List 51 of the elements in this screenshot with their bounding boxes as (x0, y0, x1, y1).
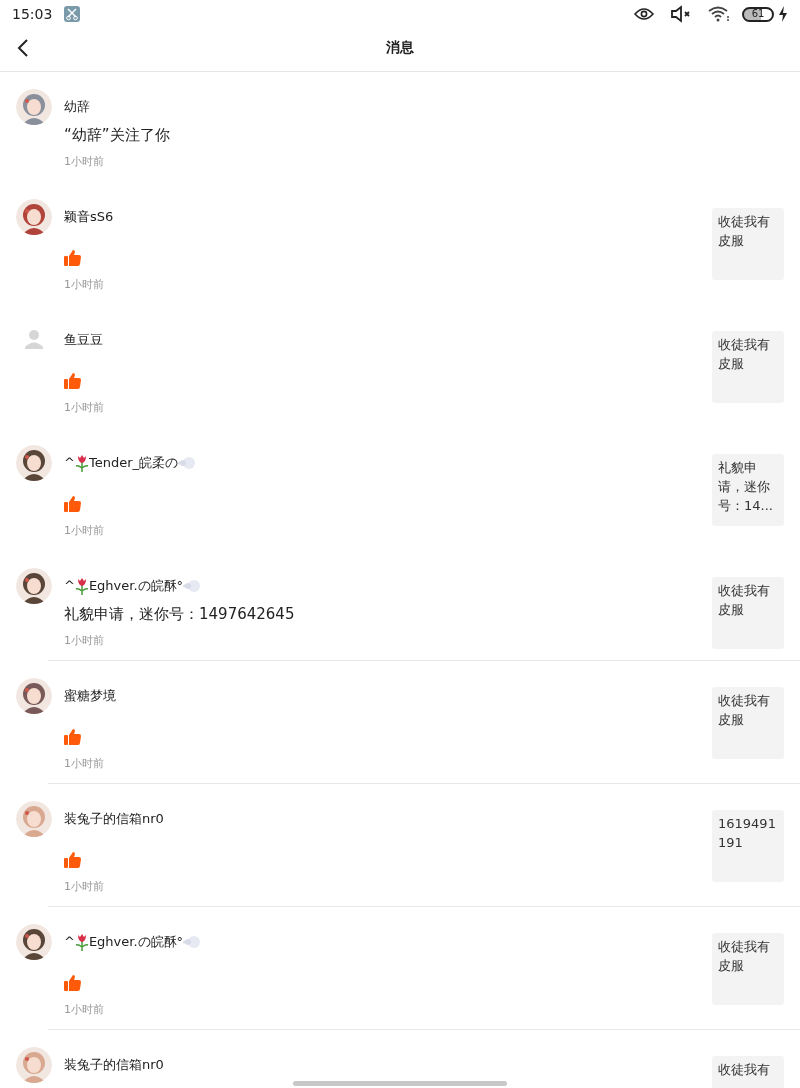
message-time: 1小时前 (64, 878, 104, 895)
user-name[interactable]: 鱼豆豆 (64, 330, 103, 350)
user-name[interactable]: Eghver.の皖酥° (88, 932, 184, 952)
cloud-icon (178, 456, 196, 470)
thumbs-up-icon[interactable] (64, 851, 82, 869)
message-text: “幼辞”关注了你 (64, 124, 170, 146)
message-time: 1小时前 (64, 632, 104, 649)
eye-icon (634, 7, 654, 21)
user-name[interactable]: 装兔子的信箱nr0 (64, 1055, 164, 1075)
cloud-icon (183, 935, 202, 949)
user-name[interactable]: Tender_皖柔の (88, 453, 178, 473)
post-preview[interactable]: 收徒我有皮服 (712, 687, 784, 759)
thumbs-up-icon[interactable] (64, 728, 82, 746)
post-preview[interactable]: 1619491191 (712, 810, 784, 882)
message-text: 礼貌申请，迷你号：1497642645 (64, 603, 295, 625)
name-prefix: ^ (64, 454, 75, 473)
thumbs-up-icon[interactable] (64, 974, 82, 992)
thumbs-up-icon[interactable] (64, 495, 82, 513)
user-name[interactable]: 装兔子的信箱nr0 (64, 809, 164, 829)
message-time: 1小时前 (64, 276, 104, 293)
thumbs-up-icon[interactable] (64, 372, 82, 390)
message-time: 1小时前 (64, 522, 104, 539)
message-time: 1小时前 (64, 1001, 104, 1018)
tulip-icon (74, 454, 89, 472)
back-icon[interactable] (16, 37, 30, 58)
scissors-icon (64, 6, 81, 22)
name-prefix: ^ (64, 577, 75, 596)
user-name[interactable]: 幼辞 (64, 97, 90, 117)
thumbs-up-icon[interactable] (64, 249, 82, 267)
name-prefix: ^ (64, 933, 75, 952)
post-preview[interactable]: 收徒我有 (712, 1056, 784, 1088)
message-time: 1小时前 (64, 399, 104, 416)
status-time: 15:03 (12, 4, 53, 24)
charging-icon (778, 6, 788, 22)
user-name[interactable]: Eghver.の皖酥° (88, 576, 184, 596)
tulip-icon (74, 577, 89, 595)
user-name[interactable]: 蜜糖梦境 (64, 686, 116, 706)
post-preview[interactable]: 收徒我有皮服 (712, 331, 784, 403)
user-name[interactable]: 颖音sS6 (64, 207, 114, 227)
page-title: 消息 (386, 38, 414, 57)
message-time: 1小时前 (64, 755, 104, 772)
message-time: 1小时前 (64, 153, 104, 170)
muted-speaker-icon (670, 5, 692, 23)
post-preview[interactable]: 收徒我有皮服 (712, 208, 784, 280)
cloud-icon (183, 579, 202, 593)
post-preview[interactable]: 收徒我有皮服 (712, 577, 784, 649)
post-preview[interactable]: 收徒我有皮服 (712, 933, 784, 1005)
wifi-icon (708, 6, 730, 22)
post-preview[interactable]: 礼貌申请，迷你号：14... (712, 454, 784, 526)
battery-icon: 61 (742, 6, 774, 22)
tulip-icon (74, 933, 89, 951)
